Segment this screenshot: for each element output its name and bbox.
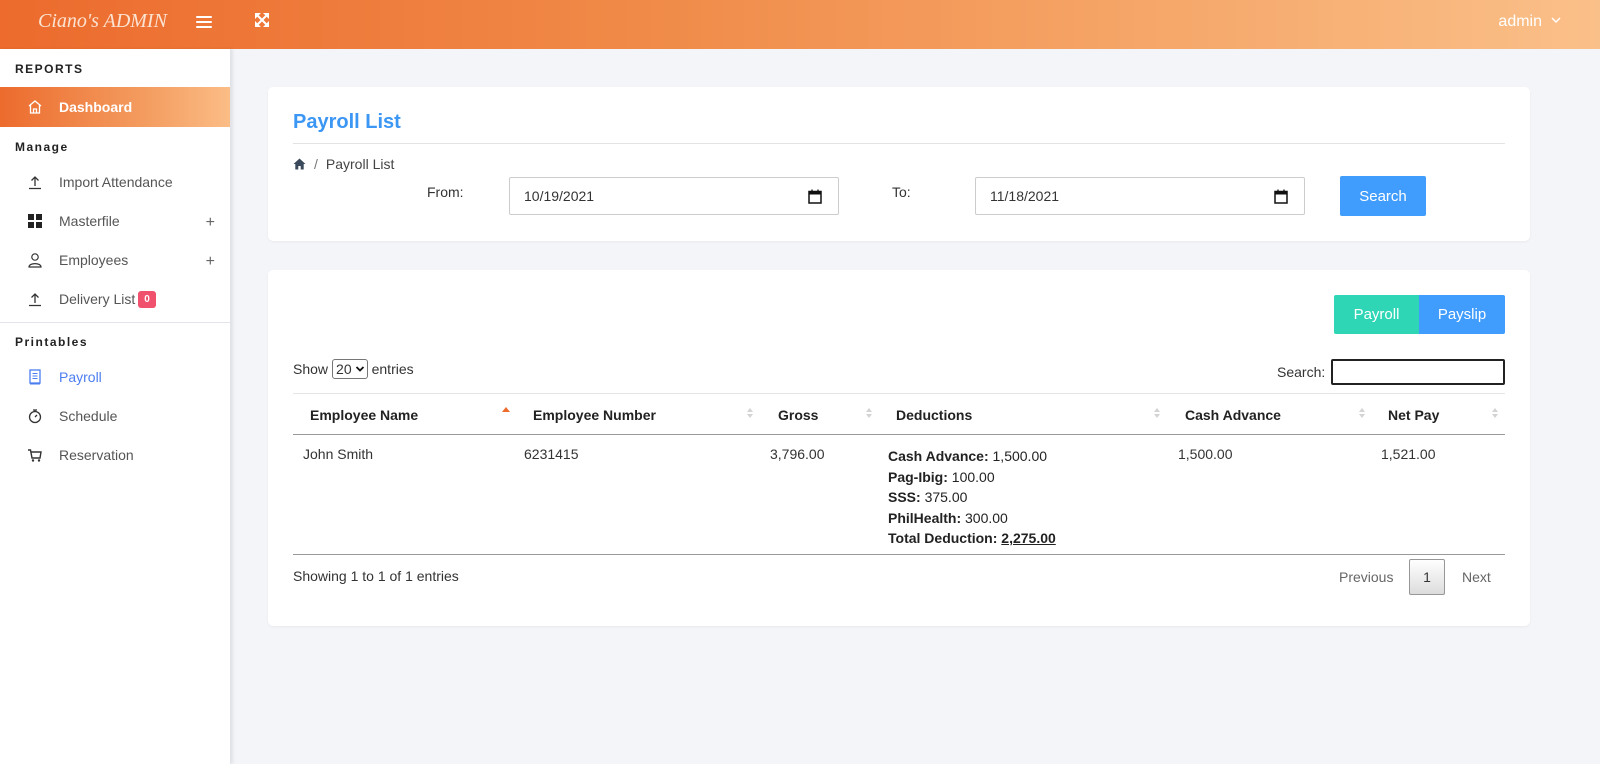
section-manage: Manage [15, 140, 69, 154]
filter-card: Payroll List / Payroll List From: 10/19/… [268, 87, 1530, 241]
cell-net-pay: 1,521.00 [1381, 446, 1436, 462]
user-menu[interactable]: admin [1498, 13, 1542, 31]
brand-logo[interactable]: Ciano's ADMIN [38, 10, 167, 33]
sidebar-item-label: Import Attendance [59, 174, 173, 190]
from-label: From: [427, 184, 464, 200]
entries-label: entries [371, 361, 414, 377]
upload-icon [26, 173, 44, 191]
pagination-page-1[interactable]: 1 [1409, 559, 1445, 595]
receipt-icon [26, 368, 44, 386]
sidebar-item-reservation[interactable]: Reservation [0, 436, 230, 474]
payroll-table-card: Payroll Payslip Show 20 entries Search: … [268, 270, 1530, 626]
sidebar-item-import-attendance[interactable]: Import Attendance [0, 163, 230, 201]
sidebar-item-label: Schedule [59, 408, 118, 424]
deduction-line: Cash Advance: 1,500.00 [888, 448, 1048, 464]
user-icon [26, 251, 44, 269]
cell-gross: 3,796.00 [770, 446, 825, 462]
chevron-down-icon [355, 366, 364, 372]
sort-both-icon[interactable] [1491, 406, 1499, 420]
table-search-input[interactable] [1331, 359, 1505, 385]
entries-select[interactable]: 20 [332, 359, 368, 379]
column-header-employee-name[interactable]: Employee Name [310, 407, 418, 423]
breadcrumb-current: Payroll List [325, 156, 395, 172]
grid-icon [26, 212, 44, 230]
deduction-line: SSS: 375.00 [888, 489, 968, 505]
search-button[interactable]: Search [1340, 176, 1426, 216]
section-printables: Printables [15, 335, 89, 349]
page-title: Payroll List [293, 111, 401, 133]
table-search-label: Search: [1277, 364, 1326, 380]
cell-employee-number: 6231415 [524, 446, 579, 462]
sidebar-item-label: Reservation [59, 447, 134, 463]
column-header-cash-advance[interactable]: Cash Advance [1185, 407, 1281, 423]
count-badge: 0 [138, 290, 156, 308]
deduction-total: Total Deduction: 2,275.00 [888, 530, 1056, 546]
sidebar-divider [0, 322, 230, 323]
expand-plus-icon[interactable]: + [206, 253, 215, 271]
show-label: Show [293, 361, 329, 377]
table-top-border [293, 393, 1505, 394]
sort-both-icon[interactable] [1358, 406, 1366, 420]
calendar-icon[interactable] [808, 189, 822, 204]
table-header-border [293, 434, 1505, 435]
deduction-line: Pag-Ibig: 100.00 [888, 468, 995, 485]
pagination-previous[interactable]: Previous [1339, 569, 1393, 585]
sidebar-item-employees[interactable]: Employees + [0, 241, 230, 279]
title-divider [293, 143, 1505, 144]
cell-deductions: Cash Advance: 1,500.00 Pag-Ibig: 100.00 … [888, 446, 1056, 549]
chevron-down-icon[interactable] [1550, 14, 1562, 26]
expand-plus-icon[interactable]: + [206, 214, 215, 232]
sidebar-item-payroll[interactable]: Payroll [0, 358, 230, 396]
sidebar-item-label: Payroll [59, 369, 102, 385]
column-header-net-pay[interactable]: Net Pay [1388, 407, 1439, 423]
sidebar-item-label: Employees [59, 252, 129, 268]
sidebar: REPORTS Dashboard Manage Import Attendan… [0, 49, 231, 764]
show-entries: Show 20 entries [293, 359, 414, 379]
payroll-button[interactable]: Payroll [1334, 295, 1419, 334]
sidebar-item-masterfile[interactable]: Masterfile + [0, 202, 230, 240]
from-date-input[interactable]: 10/19/2021 [509, 177, 839, 215]
table-info: Showing 1 to 1 of 1 entries [293, 568, 459, 584]
cart-icon [26, 446, 44, 464]
sidebar-item-label: Delivery List [59, 291, 136, 307]
cell-cash-advance: 1,500.00 [1178, 446, 1233, 462]
sidebar-item-label: Dashboard [59, 99, 133, 115]
column-header-deductions[interactable]: Deductions [896, 407, 972, 423]
sort-both-icon[interactable] [1153, 406, 1161, 420]
column-header-employee-number[interactable]: Employee Number [533, 407, 656, 423]
deduction-line: PhilHealth: 300.00 [888, 509, 1008, 526]
breadcrumb: / Payroll List [293, 156, 394, 172]
table-bottom-border [293, 554, 1505, 555]
top-navbar: Ciano's ADMIN admin [0, 0, 1600, 49]
sort-both-icon[interactable] [865, 406, 873, 420]
to-date-input[interactable]: 11/18/2021 [975, 177, 1305, 215]
pagination-next[interactable]: Next [1462, 569, 1491, 585]
upload-icon [26, 290, 44, 308]
sidebar-item-dashboard[interactable]: Dashboard [0, 87, 230, 127]
from-date-value: 10/19/2021 [524, 188, 595, 204]
sidebar-item-schedule[interactable]: Schedule [0, 397, 230, 435]
column-header-gross[interactable]: Gross [778, 407, 818, 423]
sidebar-item-delivery-list[interactable]: Delivery List 0 [0, 280, 230, 318]
stopwatch-icon [26, 407, 44, 425]
expand-icon[interactable] [254, 12, 270, 28]
sort-both-icon[interactable] [746, 406, 754, 420]
entries-value: 20 [336, 361, 352, 377]
sort-asc-icon[interactable] [502, 406, 510, 420]
to-date-value: 11/18/2021 [990, 188, 1060, 204]
to-label: To: [892, 184, 911, 200]
payslip-button[interactable]: Payslip [1419, 295, 1505, 334]
section-reports: REPORTS [15, 62, 84, 76]
home-icon [26, 98, 44, 116]
breadcrumb-separator: / [314, 156, 318, 172]
cell-employee-name: John Smith [303, 446, 374, 462]
home-icon[interactable] [293, 158, 306, 170]
calendar-icon[interactable] [1274, 189, 1288, 204]
hamburger-icon[interactable] [196, 16, 212, 30]
sidebar-item-label: Masterfile [59, 213, 120, 229]
